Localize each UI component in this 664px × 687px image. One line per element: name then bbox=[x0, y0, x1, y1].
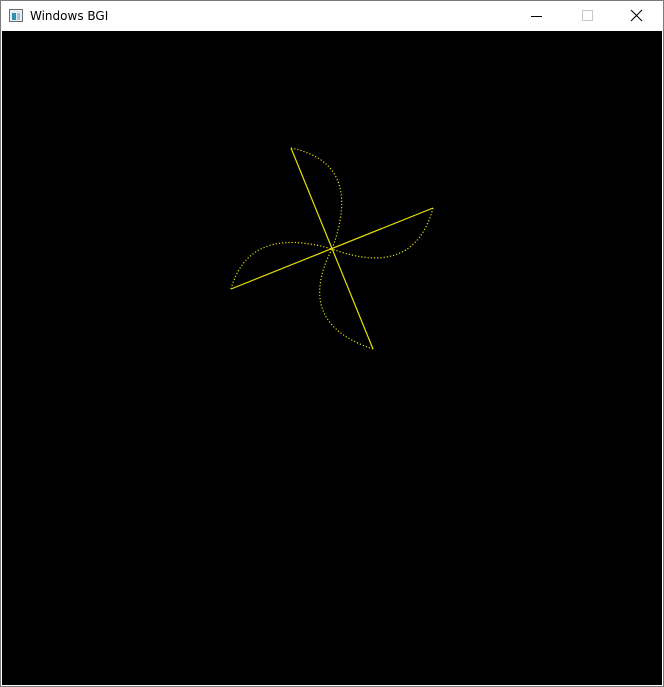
window-title: Windows BGI bbox=[30, 9, 109, 23]
drawing-canvas[interactable] bbox=[2, 31, 662, 685]
window-app-icon bbox=[9, 9, 23, 22]
pinwheel-blade-curve-right bbox=[331, 207, 434, 259]
pinwheel-blade-curve-left bbox=[230, 241, 333, 290]
maximize-button[interactable] bbox=[559, 1, 605, 31]
pinwheel-blade-curve-bottom bbox=[319, 248, 374, 350]
minimize-icon bbox=[531, 16, 542, 17]
title-bar[interactable]: Windows BGI bbox=[1, 1, 663, 31]
minimize-button[interactable] bbox=[513, 1, 559, 31]
close-button[interactable] bbox=[613, 1, 659, 31]
close-icon bbox=[630, 9, 643, 22]
pinwheel-drawing bbox=[230, 147, 434, 350]
pinwheel-blade-curve-top bbox=[290, 147, 343, 250]
app-window: Windows BGI bbox=[0, 0, 664, 687]
maximize-icon bbox=[582, 10, 593, 21]
